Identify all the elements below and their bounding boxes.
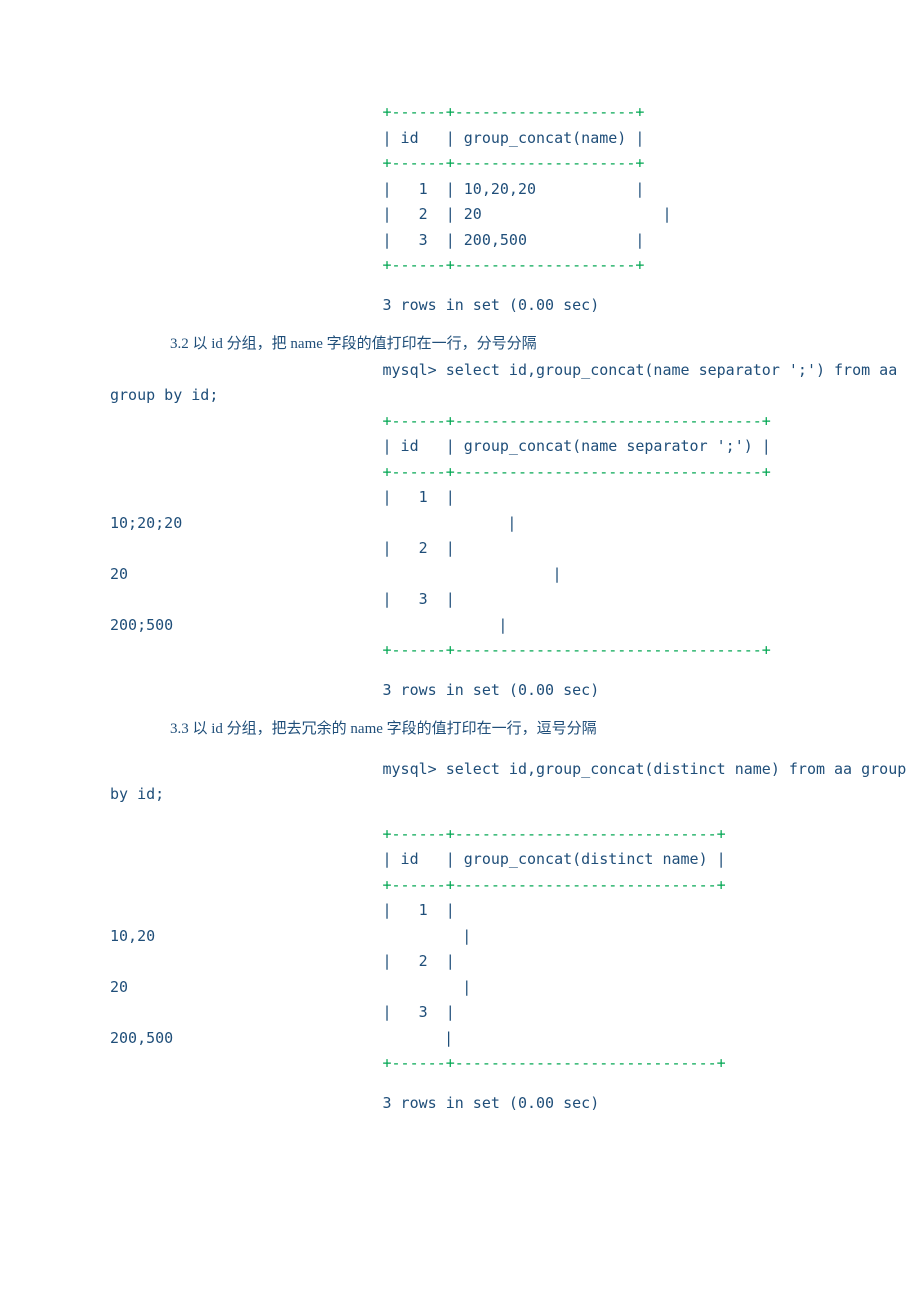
table-row-cont: 10;20;20 | bbox=[110, 511, 810, 537]
table-row: | 2 | 20 | bbox=[238, 202, 810, 228]
table-row-cont: 20 | bbox=[110, 562, 810, 588]
document-page: +------+--------------------+ | id | gro… bbox=[0, 0, 920, 1176]
table-header: | id | group_concat(name separator ';') … bbox=[238, 434, 810, 460]
table-row-cont: 20 | bbox=[110, 975, 810, 1001]
table-border: +------+-----------------------------+ bbox=[238, 822, 810, 848]
table-header: | id | group_concat(distinct name) | bbox=[238, 847, 810, 873]
result-summary: 3 rows in set (0.00 sec) bbox=[238, 678, 810, 704]
table-row: | 1 | bbox=[238, 485, 810, 511]
table-row: | 2 | bbox=[238, 536, 810, 562]
table-border-wrap: +------+--------------------------------… bbox=[238, 638, 810, 664]
table-row: | 3 | 200,500 | bbox=[238, 228, 810, 254]
table-row-cont: 200;500 | bbox=[110, 613, 810, 639]
result-table-2: +------+--------------------------------… bbox=[238, 409, 810, 486]
table-row-cont: 10,20 | bbox=[110, 924, 810, 950]
result-summary: 3 rows in set (0.00 sec) bbox=[238, 1091, 810, 1117]
summary-text: 3 rows in set (0.00 sec) bbox=[238, 1091, 810, 1117]
table-row: | 3 | bbox=[238, 587, 810, 613]
table-border: +------+--------------------+ bbox=[238, 151, 810, 177]
sql-query-continuation: by id; bbox=[110, 782, 810, 808]
table-border: +------+--------------------------------… bbox=[238, 409, 810, 435]
result-table-3: +------+-----------------------------+ |… bbox=[238, 822, 810, 899]
table-row: | 2 | bbox=[238, 949, 810, 975]
table-header: | id | group_concat(name) | bbox=[238, 126, 810, 152]
section-heading-3-3: 3.3 以 id 分组，把去冗余的 name 字段的值打印在一行，逗号分隔 bbox=[170, 717, 810, 743]
sql-query-line: mysql> select id,group_concat(name separ… bbox=[238, 358, 810, 384]
table-border: +------+--------------------+ bbox=[238, 253, 810, 279]
table-border: +------+-----------------------------+ bbox=[238, 873, 810, 899]
section-heading-3-2: 3.2 以 id 分组，把 name 字段的值打印在一行，分号分隔 bbox=[170, 332, 810, 358]
table-border: +------+-----------------------------+ bbox=[238, 1051, 810, 1077]
table-row: | 1 | bbox=[238, 898, 810, 924]
table-row: | 3 | bbox=[238, 1000, 810, 1026]
sql-query-line: mysql> select id,group_concat(distinct n… bbox=[238, 757, 810, 783]
table-row-cont: 200,500 | bbox=[110, 1026, 810, 1052]
result-summary: 3 rows in set (0.00 sec) bbox=[238, 293, 810, 319]
table-border: +------+--------------------------------… bbox=[238, 460, 810, 486]
table-row: | 1 | 10,20,20 | bbox=[238, 177, 810, 203]
summary-text: 3 rows in set (0.00 sec) bbox=[238, 678, 810, 704]
result-table-1: +------+--------------------+ | id | gro… bbox=[238, 100, 810, 279]
summary-text: 3 rows in set (0.00 sec) bbox=[238, 293, 810, 319]
sql-query-continuation: group by id; bbox=[110, 383, 810, 409]
table-border: +------+--------------------+ bbox=[238, 100, 810, 126]
table-border-wrap: +------+-----------------------------+ bbox=[238, 1051, 810, 1077]
table-border: +------+--------------------------------… bbox=[238, 638, 810, 664]
